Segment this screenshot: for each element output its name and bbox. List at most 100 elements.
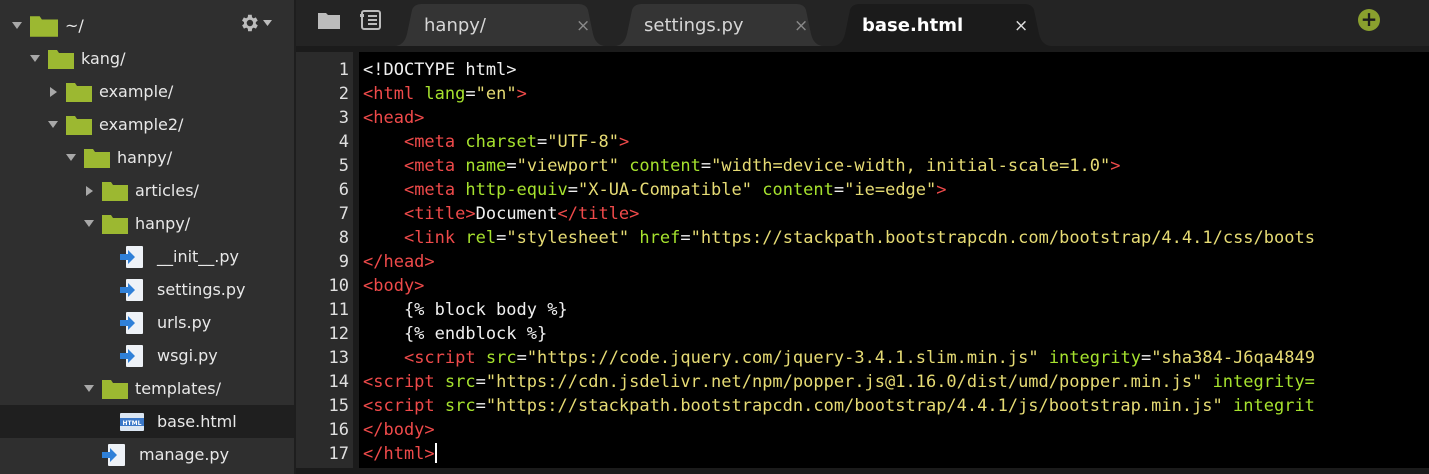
code-token: "ie=edge"	[844, 180, 937, 200]
code-line[interactable]: <head>	[363, 106, 424, 130]
tree-folder[interactable]: ~/	[0, 9, 306, 42]
code-token: "viewport"	[516, 156, 619, 176]
code-line[interactable]: <meta http-equiv="X-UA-Compatible" conte…	[363, 178, 947, 202]
code-token: lang	[424, 84, 466, 104]
expand-toggle[interactable]	[48, 86, 58, 97]
folder-icon	[30, 15, 58, 37]
tree-item-label: kang/	[81, 48, 126, 68]
code-line[interactable]: {% endblock %}	[363, 322, 547, 346]
code-token: href	[639, 228, 681, 248]
python-file-icon	[102, 443, 125, 466]
code-token: content	[629, 156, 701, 176]
code-line[interactable]: <meta name="viewport" content="width=dev…	[363, 154, 1121, 178]
code-editor: 1 2 3 4 5 6 7 8 9 10 11 12 13 14 15 16 17 <!DOCTYPE html…	[296, 46, 1429, 474]
code-token: >	[618, 132, 630, 152]
code-area[interactable]: <!DOCTYPE html> <html lang="en"> <head> <m…	[359, 52, 1429, 468]
tab-close-button[interactable]: ×	[794, 16, 808, 36]
tree-item-label: urls.py	[157, 312, 212, 332]
code-token: =	[680, 228, 691, 248]
expand-toggle[interactable]	[66, 154, 76, 161]
code-line[interactable]: <body>	[363, 274, 424, 298]
tree-folder[interactable]: example2/	[0, 108, 342, 141]
line-number: 8	[338, 228, 349, 248]
line-number: 17	[328, 444, 349, 464]
code-token: =	[465, 84, 476, 104]
code-token: </body>	[363, 420, 435, 440]
code-line[interactable]: <link rel="stylesheet" href="https://sta…	[363, 226, 1315, 250]
tree-folder[interactable]: example/	[0, 75, 342, 108]
code-line[interactable]: <meta charset="UTF-8">	[363, 130, 629, 154]
expand-toggle[interactable]	[30, 55, 40, 62]
tree-folder[interactable]: kang/	[0, 42, 324, 75]
code-line[interactable]: <title>Document</title>	[363, 202, 639, 226]
file-list-icon[interactable]	[360, 10, 382, 30]
tab-1[interactable]: hanpy/ ×	[394, 4, 606, 46]
chevron-right-icon	[49, 86, 57, 97]
line-number: 15	[328, 396, 349, 416]
html-file-icon: HTML	[120, 412, 144, 431]
folder-icon	[102, 214, 128, 234]
folder-icon	[84, 148, 110, 168]
chevron-right-icon	[85, 185, 93, 196]
tab-2[interactable]: settings.py ×	[614, 4, 824, 46]
python-file-icon	[120, 344, 143, 367]
code-token: =	[833, 180, 845, 200]
code-token: src	[444, 372, 476, 392]
code-line[interactable]: <script src="https://code.jquery.com/jqu…	[363, 346, 1315, 370]
folder-icon[interactable]	[318, 11, 340, 29]
folder-icon	[102, 181, 128, 201]
expand-toggle[interactable]	[12, 22, 22, 29]
tab-bar: hanpy/ × settings.py × base.html × +	[296, 0, 1429, 46]
tab-3[interactable]: base.html ×	[832, 4, 1052, 46]
code-token: integrity	[1048, 348, 1141, 368]
code-line[interactable]: <script src="https://stackpath.bootstrap…	[363, 394, 1315, 418]
code-token: "https://stackpath.bootstrapcdn.com/boot…	[690, 228, 1315, 248]
code-token: "https://cdn.jsdelivr.net/npm/popper.js@…	[485, 372, 1203, 392]
tab-close-button[interactable]: ×	[576, 16, 590, 36]
python-file-icon	[120, 245, 143, 268]
code-line[interactable]: {% block body %}	[363, 298, 568, 322]
line-number: 16	[328, 420, 349, 440]
expand-toggle[interactable]	[84, 185, 94, 196]
tree-item-label: example/	[99, 81, 174, 101]
code-token: =	[700, 156, 712, 176]
expand-toggle[interactable]	[84, 385, 94, 392]
tree-item-label: manage.py	[139, 444, 230, 464]
line-number: 2	[338, 84, 349, 104]
code-token: =	[475, 396, 486, 416]
text-cursor	[434, 443, 437, 463]
code-token: src	[485, 348, 517, 368]
line-number: 12	[328, 324, 349, 344]
add-tab-button[interactable]: +	[1358, 9, 1380, 31]
tree-item-label: ~/	[65, 15, 84, 35]
code-token: >	[936, 180, 947, 200]
code-token: "https://code.jquery.com/jquery-3.4.1.sl…	[526, 348, 1039, 368]
expand-toggle[interactable]	[48, 121, 58, 128]
tab-label: settings.py	[644, 14, 744, 36]
code-token: =	[516, 348, 527, 368]
code-token: =	[496, 228, 507, 248]
code-line[interactable]: </body>	[363, 418, 435, 442]
expand-toggle[interactable]	[84, 220, 94, 227]
line-number: 10	[328, 276, 349, 296]
tab-close-button[interactable]: ×	[1014, 16, 1028, 36]
line-number: 1	[338, 60, 349, 80]
code-line[interactable]: </html>	[363, 442, 437, 466]
code-token: {% endblock %}	[363, 324, 548, 344]
code-token: <meta	[403, 180, 466, 200]
line-number: 5	[338, 156, 349, 176]
code-line[interactable]: </head>	[363, 250, 435, 274]
code-token: "UTF-8"	[547, 132, 619, 152]
code-line[interactable]: <script src="https://cdn.jsdelivr.net/np…	[363, 370, 1315, 394]
code-line[interactable]: <!DOCTYPE html>	[363, 58, 517, 82]
code-token: content	[762, 180, 834, 200]
line-number: 14	[328, 372, 349, 392]
code-token: "en"	[475, 84, 517, 104]
code-token: =	[506, 156, 517, 176]
code-line[interactable]: <html lang="en">	[363, 82, 527, 106]
